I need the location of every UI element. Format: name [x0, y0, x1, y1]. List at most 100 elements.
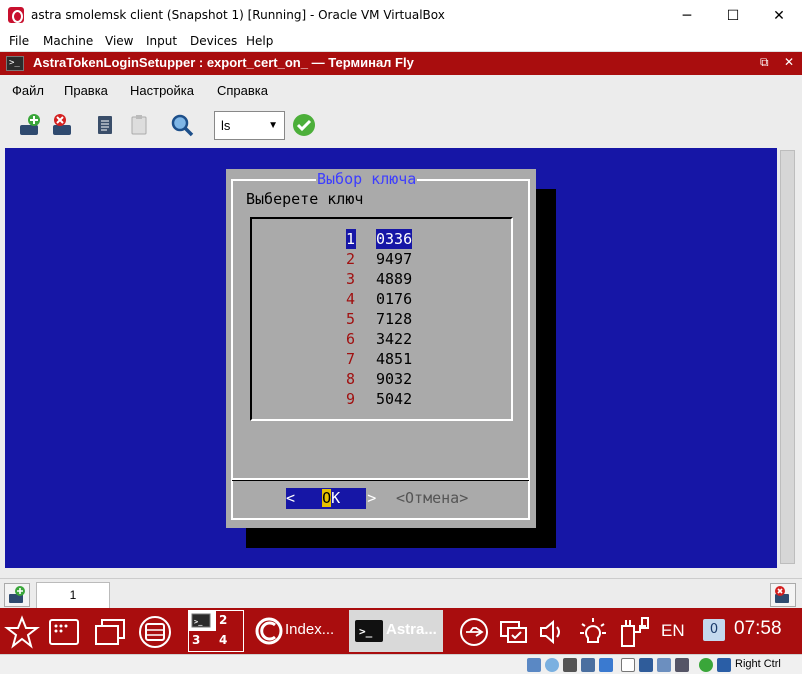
- vbox-statusbar: Right Ctrl: [0, 654, 802, 674]
- key-item-number: 4: [346, 290, 356, 308]
- terminal-tab[interactable]: 1: [36, 582, 110, 608]
- terminal-title: AstraTokenLoginSetupper : export_cert_on…: [33, 55, 414, 70]
- terminal-toolbar: ls ▼: [0, 106, 802, 144]
- key-item-number: 8: [346, 370, 356, 388]
- search-icon[interactable]: [170, 113, 194, 137]
- hdd-icon[interactable]: [527, 658, 541, 672]
- ok-label-rest: K: [331, 489, 341, 507]
- display-icon[interactable]: [639, 658, 653, 672]
- key-list-item[interactable]: 8 9032: [346, 369, 412, 389]
- key-item-number: 2: [346, 250, 356, 268]
- desktop-2[interactable]: 2: [216, 611, 243, 631]
- key-list-item[interactable]: 2 9497: [346, 249, 412, 269]
- key-list-item[interactable]: 7 4851: [346, 349, 412, 369]
- key-item-number: 1: [346, 229, 356, 249]
- ok-button[interactable]: < OK >: [286, 488, 376, 509]
- task-astra-label: Astra...: [386, 621, 437, 638]
- drive-icon[interactable]: [136, 612, 174, 652]
- terminal-restore-button[interactable]: ⧉: [760, 55, 769, 70]
- key-item-number: 9: [346, 390, 356, 408]
- key-list-item[interactable]: 4 0176: [346, 289, 412, 309]
- clock[interactable]: 07:58: [734, 618, 782, 640]
- key-item-value: 9032: [376, 370, 413, 388]
- command-value: ls: [221, 118, 231, 133]
- close-button[interactable]: ✕: [756, 0, 802, 31]
- key-list-item[interactable]: 3 4889: [346, 269, 412, 289]
- menu-spravka[interactable]: Справка: [217, 83, 268, 98]
- add-tab-button[interactable]: [4, 583, 30, 607]
- run-icon[interactable]: [292, 113, 316, 137]
- keyboard-layout[interactable]: EN: [661, 621, 685, 641]
- optical-drive-icon[interactable]: [545, 658, 559, 672]
- key-list-item[interactable]: 5 7128: [346, 309, 412, 329]
- command-select[interactable]: ls ▼: [214, 111, 285, 140]
- key-item-value: 3422: [376, 330, 413, 348]
- key-item-value: 4889: [376, 270, 413, 288]
- menu-file[interactable]: File: [9, 34, 29, 48]
- audio-icon[interactable]: [563, 658, 577, 672]
- start-menu-icon[interactable]: [4, 612, 40, 652]
- network-adapter-icon[interactable]: [581, 658, 595, 672]
- terminal-task-icon: >_: [355, 620, 383, 642]
- task-astra[interactable]: >_ Astra...: [349, 610, 443, 652]
- notifications-badge[interactable]: 0: [703, 619, 725, 641]
- cpu-icon[interactable]: [675, 658, 689, 672]
- brightness-icon[interactable]: [576, 612, 610, 652]
- desktop-4[interactable]: 4: [216, 631, 243, 651]
- menu-devices[interactable]: Devices: [190, 34, 237, 48]
- menu-input[interactable]: Input: [146, 34, 177, 48]
- terminal-close-button[interactable]: ✕: [784, 55, 794, 69]
- shared-folders-icon[interactable]: [621, 658, 635, 672]
- desktop-1[interactable]: >_: [189, 611, 216, 631]
- guest-additions-icon[interactable]: [699, 658, 713, 672]
- key-list-item[interactable]: 1 0336: [346, 229, 413, 249]
- menu-fajl[interactable]: Файл: [12, 83, 44, 98]
- key-item-value: 7128: [376, 310, 413, 328]
- fly-panel: >_ 2 3 4 Index... >_ Astra... EN 0 07:58: [0, 608, 802, 654]
- menu-machine[interactable]: Machine: [43, 34, 93, 48]
- terminal-tabbar: 1: [0, 578, 802, 608]
- scrollbar-thumb[interactable]: [780, 150, 795, 564]
- key-item-value: 0336: [376, 229, 413, 249]
- key-list-item[interactable]: 6 3422: [346, 329, 412, 349]
- window-title: astra smolemsk client (Snapshot 1) [Runn…: [31, 8, 445, 22]
- terminal-scrollbar[interactable]: [777, 148, 798, 568]
- desktop-3[interactable]: 3: [189, 631, 216, 651]
- terminal-mini-icon: >_: [191, 613, 211, 628]
- paste-icon[interactable]: [127, 113, 151, 137]
- power-plug-icon[interactable]: [616, 612, 652, 652]
- usb-icon[interactable]: [458, 612, 490, 652]
- apps-icon[interactable]: [46, 612, 82, 652]
- cancel-button[interactable]: <Отмена>: [396, 488, 468, 509]
- new-tab-icon[interactable]: [18, 113, 42, 137]
- close-tab-button[interactable]: [770, 583, 796, 607]
- key-item-number: 6: [346, 330, 356, 348]
- key-item-number: 7: [346, 350, 356, 368]
- key-item-value: 0176: [376, 290, 413, 308]
- recording-icon[interactable]: [657, 658, 671, 672]
- windows-icon[interactable]: [92, 612, 128, 652]
- add-tab-icon: [9, 586, 25, 603]
- menu-help[interactable]: Help: [246, 34, 273, 48]
- volume-icon[interactable]: [536, 612, 566, 652]
- key-item-number: 3: [346, 270, 356, 288]
- usb-status-icon[interactable]: [599, 658, 613, 672]
- menu-nastrojka[interactable]: Настройка: [130, 83, 194, 98]
- task-index[interactable]: Index...: [249, 610, 343, 652]
- menu-pravka[interactable]: Правка: [64, 83, 108, 98]
- close-tab-icon[interactable]: [51, 113, 75, 137]
- network-icon[interactable]: [496, 612, 530, 652]
- desktop-pager[interactable]: >_ 2 3 4: [188, 610, 244, 652]
- dialog-title: Выбор ключа: [316, 170, 418, 188]
- terminal-titlebar: >_ AstraTokenLoginSetupper : export_cert…: [0, 52, 802, 75]
- svg-text:>_: >_: [194, 618, 203, 626]
- menu-view[interactable]: View: [105, 34, 133, 48]
- key-list-item[interactable]: 9 5042: [346, 389, 412, 409]
- maximize-button[interactable]: ☐: [710, 0, 756, 31]
- minimize-button[interactable]: ─: [664, 0, 710, 31]
- close-tab-icon: [775, 586, 789, 603]
- task-index-label: Index...: [285, 621, 335, 638]
- copy-icon[interactable]: [93, 113, 117, 137]
- key-item-value: 5042: [376, 390, 413, 408]
- mouse-integration-icon[interactable]: [717, 658, 731, 672]
